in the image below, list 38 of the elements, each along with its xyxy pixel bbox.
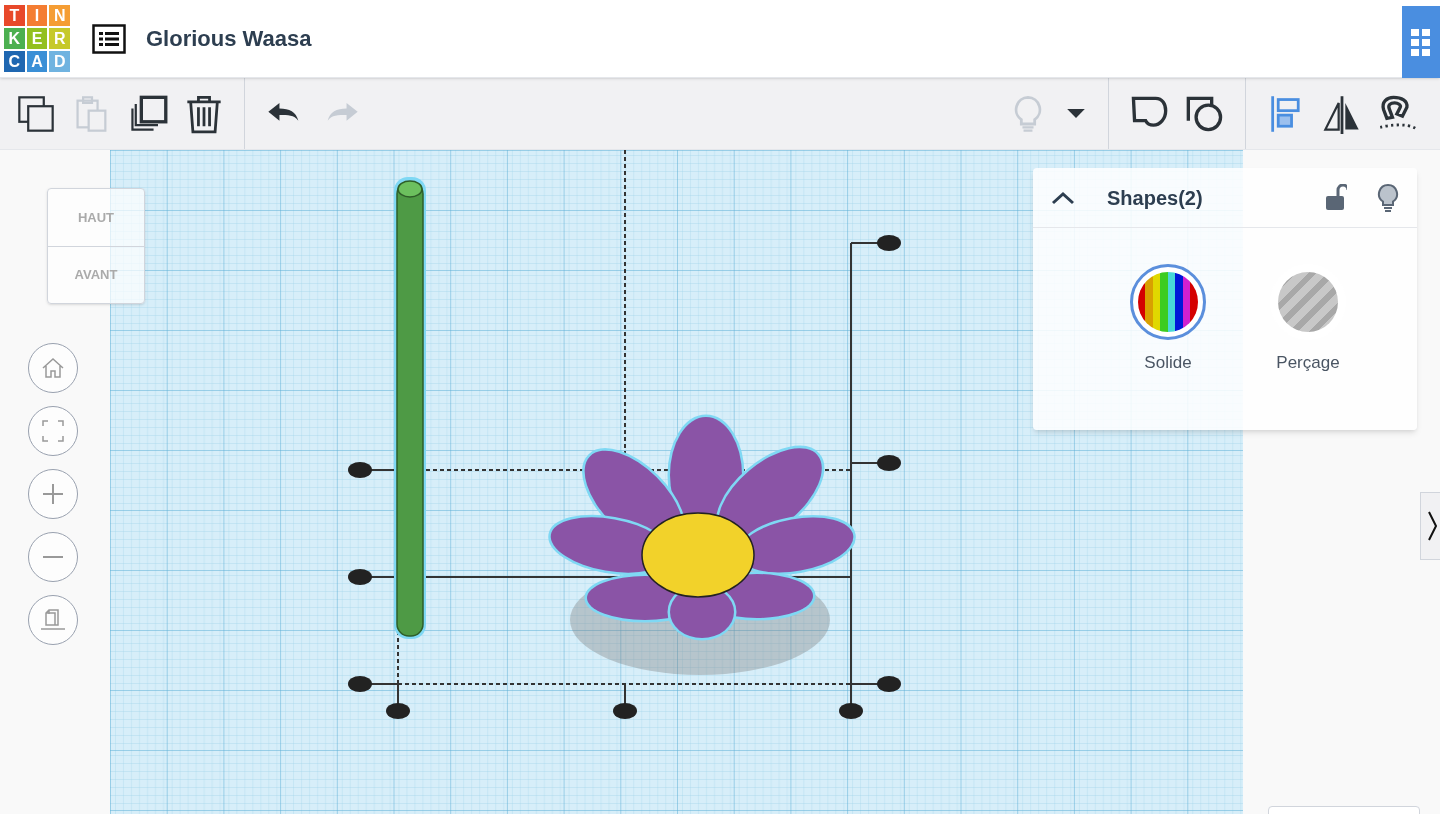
caret-down-icon [1067,108,1085,119]
home-icon [41,357,65,379]
list-icon[interactable] [92,23,126,54]
logo-letter: D [49,51,70,72]
logo-letter: E [26,28,48,49]
fit-icon [42,420,64,442]
swatch-label: Solide [1144,352,1192,374]
flower-shape[interactable] [548,414,856,675]
chevron-up-icon[interactable] [1051,190,1075,205]
trash-icon [184,93,224,134]
cube-face-label[interactable]: AVANT [48,246,144,303]
unlock-icon[interactable] [1325,183,1347,212]
swatch-label: Perçage [1276,352,1340,374]
grid-icon [1411,27,1431,57]
logo-letter: N [49,5,70,26]
logo-letter: R [49,28,70,49]
logo-letter: K [4,28,25,49]
apps-button[interactable] [1402,6,1440,78]
cylinder-shape[interactable] [394,177,426,639]
chevron-right-icon [1427,510,1437,542]
zoom-in-button[interactable] [28,469,78,519]
expand-panel-button[interactable] [1420,492,1440,560]
copy-icon [16,93,56,134]
minus-icon [42,555,64,559]
logo-letter: T [4,5,25,26]
view-cube[interactable]: HAUT AVANT [47,188,145,304]
logo-letter: C [4,51,25,72]
cube-face-label[interactable]: HAUT [48,189,144,247]
logo-letter: I [26,5,48,26]
project-title[interactable]: Glorious Waasa [146,22,312,55]
cube-icon [40,609,66,631]
mirror-icon [1322,93,1362,134]
logo-letter: A [26,51,48,72]
lightbulb-icon[interactable] [1377,182,1399,213]
plus-icon [42,483,64,505]
stacked-squares-icon [128,93,168,134]
panel-title: Shapes(2) [1107,185,1203,211]
selection-handles[interactable] [348,235,901,719]
